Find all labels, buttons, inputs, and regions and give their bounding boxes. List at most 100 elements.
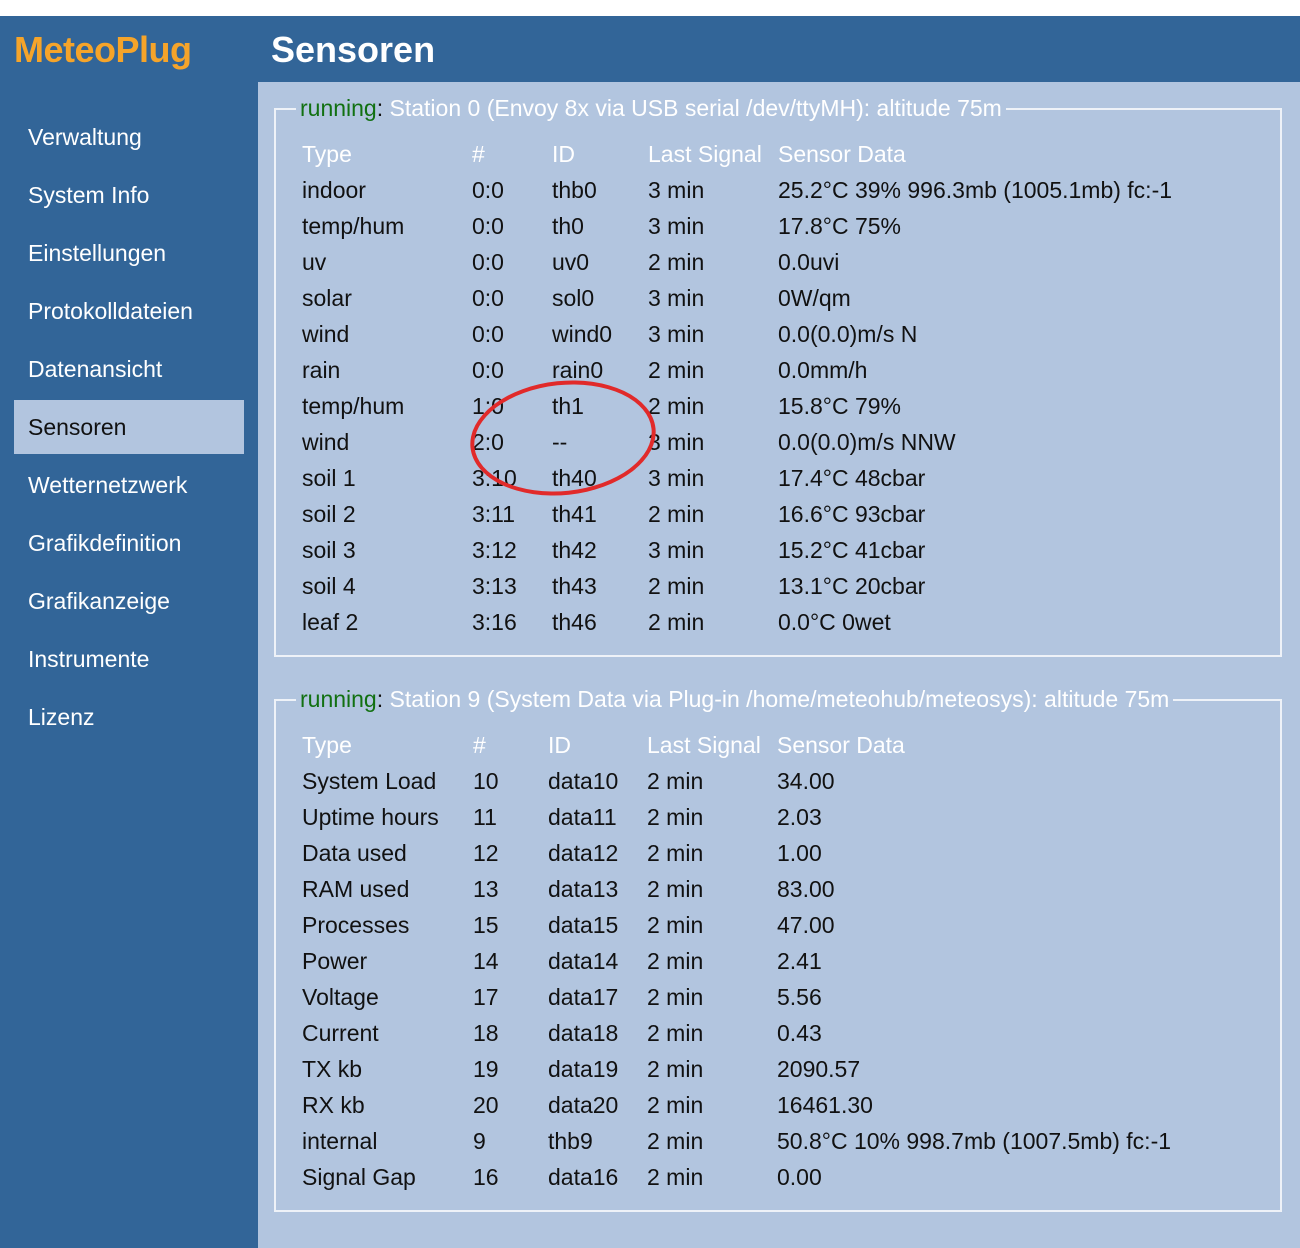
cell-sensor-data: 47.00 xyxy=(777,912,835,938)
cell-sensor-data: 17.8°C 75% xyxy=(778,213,901,239)
sidebar-item-datenansicht[interactable]: Datenansicht xyxy=(14,342,244,396)
cell-type: soil 4 xyxy=(302,573,356,599)
cell-sensor-data: 0.0°C 0wet xyxy=(778,609,891,635)
cell-type: Signal Gap xyxy=(302,1164,416,1190)
cell-type: soil 1 xyxy=(302,465,356,491)
sidebar-item-grafikdefinition[interactable]: Grafikdefinition xyxy=(14,516,244,570)
cell-last-signal: 2 min xyxy=(647,1020,704,1046)
cell-sensor-data: 16461.30 xyxy=(777,1092,873,1118)
cell-last-signal: 2 min xyxy=(647,840,704,866)
cell-id: data17 xyxy=(548,984,619,1010)
app-logo: MeteoPlug xyxy=(14,29,192,70)
table-row: RAM used 13 data13 2 min 83.00 xyxy=(302,871,1262,907)
cell-last-signal: 2 min xyxy=(648,249,705,275)
column-header-type: Type xyxy=(302,141,352,167)
cell-number: 17 xyxy=(473,984,499,1010)
sidebar-item-sensoren[interactable]: Sensoren xyxy=(14,400,244,454)
cell-sensor-data: 16.6°C 93cbar xyxy=(778,501,926,527)
station-description: Station 9 (System Data via Plug-in /home… xyxy=(389,686,1170,712)
cell-sensor-data: 17.4°C 48cbar xyxy=(778,465,926,491)
cell-type: solar xyxy=(302,285,352,311)
station-title: running: Station 9 (System Data via Plug… xyxy=(296,685,1174,713)
cell-type: uv xyxy=(302,249,327,275)
table-row: soil 4 3:13 th43 2 min 13.1°C 20cbar xyxy=(302,568,1262,604)
cell-last-signal: 2 min xyxy=(647,912,704,938)
cell-sensor-data: 2090.57 xyxy=(777,1056,861,1082)
cell-number: 16 xyxy=(473,1164,499,1190)
cell-id: data13 xyxy=(548,876,619,902)
sidebar-item-grafikanzeige[interactable]: Grafikanzeige xyxy=(14,574,244,628)
cell-type: wind xyxy=(302,321,350,347)
cell-type: Power xyxy=(302,948,368,974)
cell-id: th43 xyxy=(552,573,597,599)
cell-type: Uptime hours xyxy=(302,804,439,830)
cell-last-signal: 2 min xyxy=(648,573,705,599)
cell-number: 1:0 xyxy=(472,393,504,419)
cell-id: data10 xyxy=(548,768,619,794)
cell-id: thb9 xyxy=(548,1128,593,1154)
cell-last-signal: 2 min xyxy=(647,768,704,794)
cell-last-signal: 2 min xyxy=(648,501,705,527)
cell-last-signal: 3 min xyxy=(648,177,705,203)
cell-type: Current xyxy=(302,1020,379,1046)
table-row: RX kb 20 data20 2 min 16461.30 xyxy=(302,1087,1262,1123)
cell-number: 0:0 xyxy=(472,285,504,311)
sidebar-item-instrumente[interactable]: Instrumente xyxy=(14,632,244,686)
cell-number: 2:0 xyxy=(472,429,504,455)
cell-number: 9 xyxy=(473,1128,486,1154)
cell-last-signal: 2 min xyxy=(648,357,705,383)
cell-last-signal: 2 min xyxy=(647,804,704,830)
cell-last-signal: 3 min xyxy=(648,285,705,311)
sidebar-item-lizenz[interactable]: Lizenz xyxy=(14,690,244,744)
cell-number: 15 xyxy=(473,912,499,938)
cell-number: 0:0 xyxy=(472,357,504,383)
station-status: running xyxy=(300,95,377,121)
cell-sensor-data: 0.0(0.0)m/s N xyxy=(778,321,918,347)
cell-id: th40 xyxy=(552,465,597,491)
sidebar-item-einstellungen[interactable]: Einstellungen xyxy=(14,226,244,280)
sidebar-item-system-info[interactable]: System Info xyxy=(14,168,244,222)
cell-id: data18 xyxy=(548,1020,619,1046)
cell-type: soil 2 xyxy=(302,501,356,527)
cell-type: soil 3 xyxy=(302,537,356,563)
cell-last-signal: 2 min xyxy=(647,1092,704,1118)
cell-last-signal: 3 min xyxy=(648,213,705,239)
cell-id: thb0 xyxy=(552,177,597,203)
station-status: running xyxy=(300,686,377,712)
cell-sensor-data: 83.00 xyxy=(777,876,835,902)
status-separator: : xyxy=(376,686,390,712)
cell-id: data19 xyxy=(548,1056,619,1082)
cell-sensor-data: 0.43 xyxy=(777,1020,822,1046)
cell-number: 3:12 xyxy=(472,537,517,563)
table-row: rain 0:0 rain0 2 min 0.0mm/h xyxy=(302,352,1262,388)
table-row: soil 3 3:12 th42 3 min 15.2°C 41cbar xyxy=(302,532,1262,568)
cell-number: 18 xyxy=(473,1020,499,1046)
table-row: Uptime hours 11 data11 2 min 2.03 xyxy=(302,799,1262,835)
cell-id: data14 xyxy=(548,948,619,974)
table-header: Type # ID Last Signal Sensor Data xyxy=(302,136,1262,172)
table-row: soil 1 3:10 th40 3 min 17.4°C 48cbar xyxy=(302,460,1262,496)
cell-sensor-data: 25.2°C 39% 996.3mb (1005.1mb) fc:-1 xyxy=(778,177,1173,203)
table-row: Processes 15 data15 2 min 47.00 xyxy=(302,907,1262,943)
main-content: running: Station 0 (Envoy 8x via USB ser… xyxy=(258,82,1300,1248)
cell-number: 12 xyxy=(473,840,499,866)
cell-type: rain xyxy=(302,357,341,383)
cell-type: leaf 2 xyxy=(302,609,359,635)
sidebar-item-verwaltung[interactable]: Verwaltung xyxy=(14,110,244,164)
cell-id: data16 xyxy=(548,1164,619,1190)
cell-id: sol0 xyxy=(552,285,595,311)
cell-type: Processes xyxy=(302,912,410,938)
cell-number: 20 xyxy=(473,1092,499,1118)
table-row: solar 0:0 sol0 3 min 0W/qm xyxy=(302,280,1262,316)
cell-last-signal: 2 min xyxy=(647,876,704,902)
column-header-id: ID xyxy=(552,141,575,167)
station-description: Station 0 (Envoy 8x via USB serial /dev/… xyxy=(389,95,1002,121)
table-row: Signal Gap 16 data16 2 min 0.00 xyxy=(302,1159,1262,1195)
cell-id: th1 xyxy=(552,393,584,419)
sidebar-item-protokolldateien[interactable]: Protokolldateien xyxy=(14,284,244,338)
cell-last-signal: 2 min xyxy=(647,1056,704,1082)
page-title: Sensoren xyxy=(271,29,436,70)
sidebar-item-wetternetzwerk[interactable]: Wetternetzwerk xyxy=(14,458,244,512)
cell-id: th46 xyxy=(552,609,597,635)
station-panel: running: Station 0 (Envoy 8x via USB ser… xyxy=(274,94,1282,657)
